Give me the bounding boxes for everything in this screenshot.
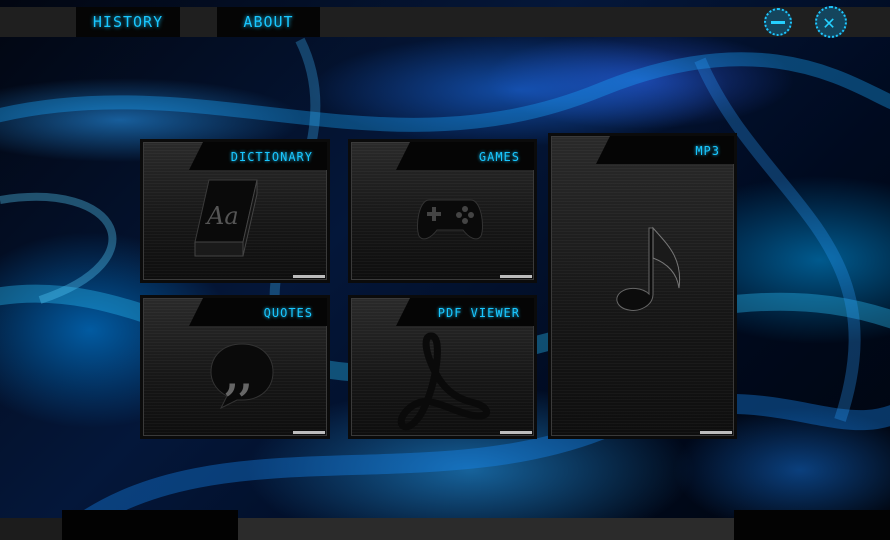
tile-label: GAMES	[396, 142, 534, 170]
speech-bubble-icon: ,,	[210, 343, 274, 410]
tile-mp3[interactable]: MP3	[551, 136, 734, 436]
menu-history[interactable]: HISTORY	[76, 7, 180, 37]
tile-quotes[interactable]: QUOTES ,,	[143, 298, 327, 436]
minus-circle-icon	[771, 21, 785, 24]
x-circle-icon: ✕	[823, 10, 836, 34]
svg-text:,,: ,,	[225, 353, 253, 400]
menu-about[interactable]: ABOUT	[217, 7, 320, 37]
tile-label: MP3	[596, 136, 734, 164]
tile-indicator	[500, 431, 532, 434]
tile-indicator	[500, 275, 532, 278]
tile-dictionary[interactable]: DICTIONARY Aa	[143, 142, 327, 280]
tile-indicator	[293, 275, 325, 278]
close-button[interactable]: ✕	[815, 6, 847, 38]
bottom-bar-segment	[734, 510, 890, 540]
bottom-bar-segment	[62, 510, 238, 540]
gamepad-icon	[416, 199, 484, 240]
book-icon: Aa	[194, 179, 258, 257]
pdf-icon	[397, 332, 490, 431]
tile-games[interactable]: GAMES	[351, 142, 534, 280]
music-note-icon	[616, 226, 681, 311]
svg-text:Aa: Aa	[205, 202, 239, 230]
tile-label: QUOTES	[189, 298, 327, 326]
bottom-bar-segment	[238, 518, 734, 540]
minimize-button[interactable]	[764, 8, 792, 36]
tile-indicator	[293, 431, 325, 434]
tile-pdf-viewer[interactable]: PDF VIEWER	[351, 298, 534, 436]
tile-label: DICTIONARY	[189, 142, 327, 170]
tile-indicator	[700, 431, 732, 434]
bottom-bar-segment	[0, 518, 62, 540]
tile-label: PDF VIEWER	[396, 298, 534, 326]
